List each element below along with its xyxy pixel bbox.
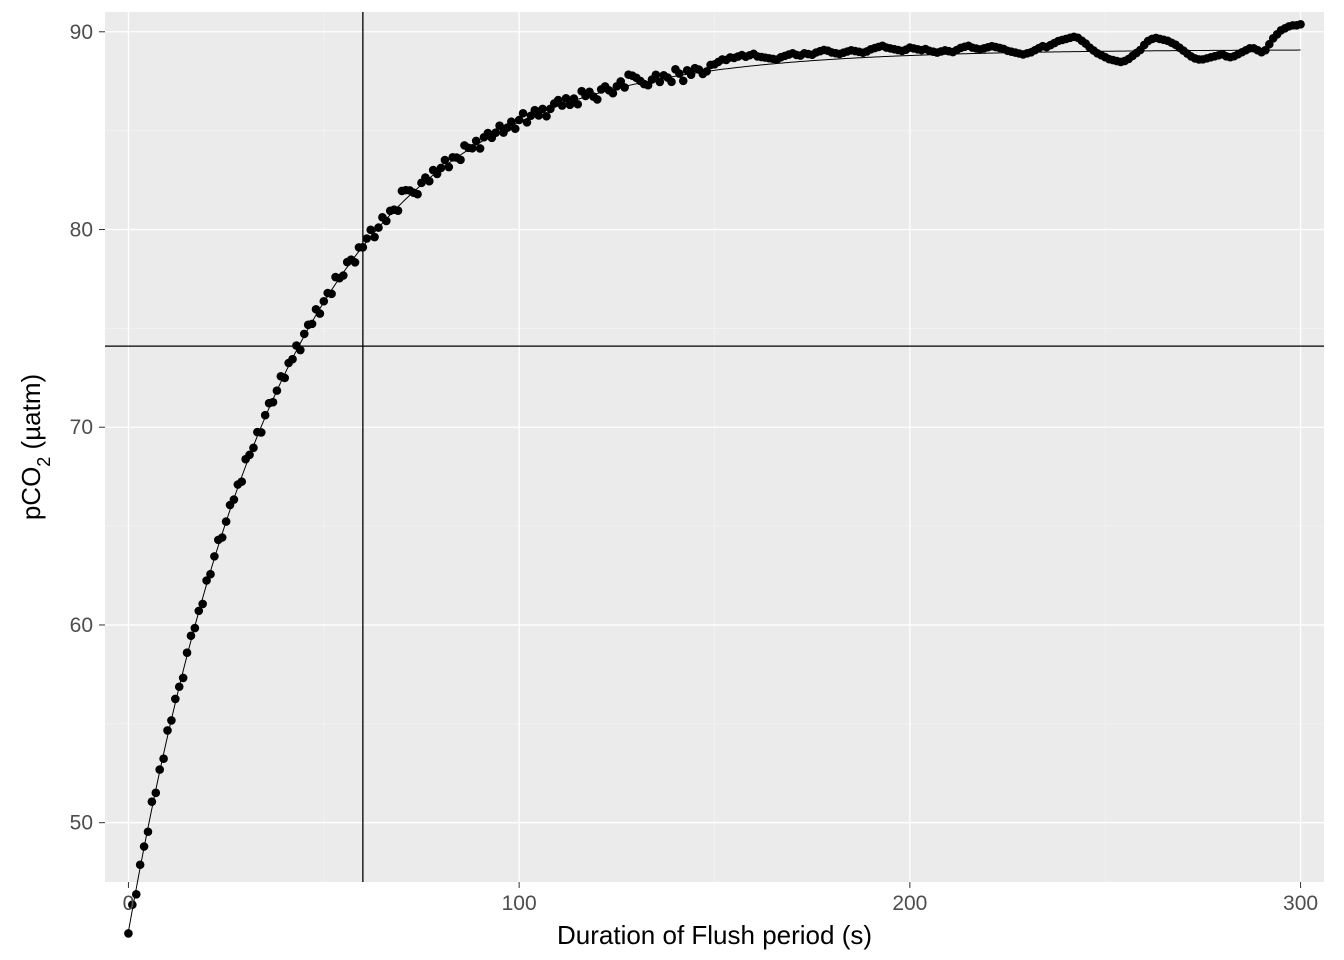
y-tick-label: 70: [70, 416, 93, 439]
x-tick-label: 300: [1283, 892, 1318, 915]
x-tick-label: 200: [892, 892, 927, 915]
y-tick-label: 50: [70, 812, 93, 835]
x-axis-title: Duration of Flush period (s): [557, 920, 872, 950]
x-tick-label: 100: [502, 892, 537, 915]
y-tick-label: 60: [70, 614, 93, 637]
chart-container: 0 100 200 300 50 60 70 80 90 Duration of Flush pe…: [0, 0, 1344, 960]
scatter-chart: 0 100 200 300 50 60 70 80 90 Duration of Flush pe…: [0, 0, 1344, 960]
y-tick-label: 80: [70, 219, 93, 242]
y-tick-label: 90: [70, 21, 93, 44]
y-axis-title: pCO2 (µatm): [16, 374, 54, 520]
x-tick-label: 0: [123, 892, 135, 915]
